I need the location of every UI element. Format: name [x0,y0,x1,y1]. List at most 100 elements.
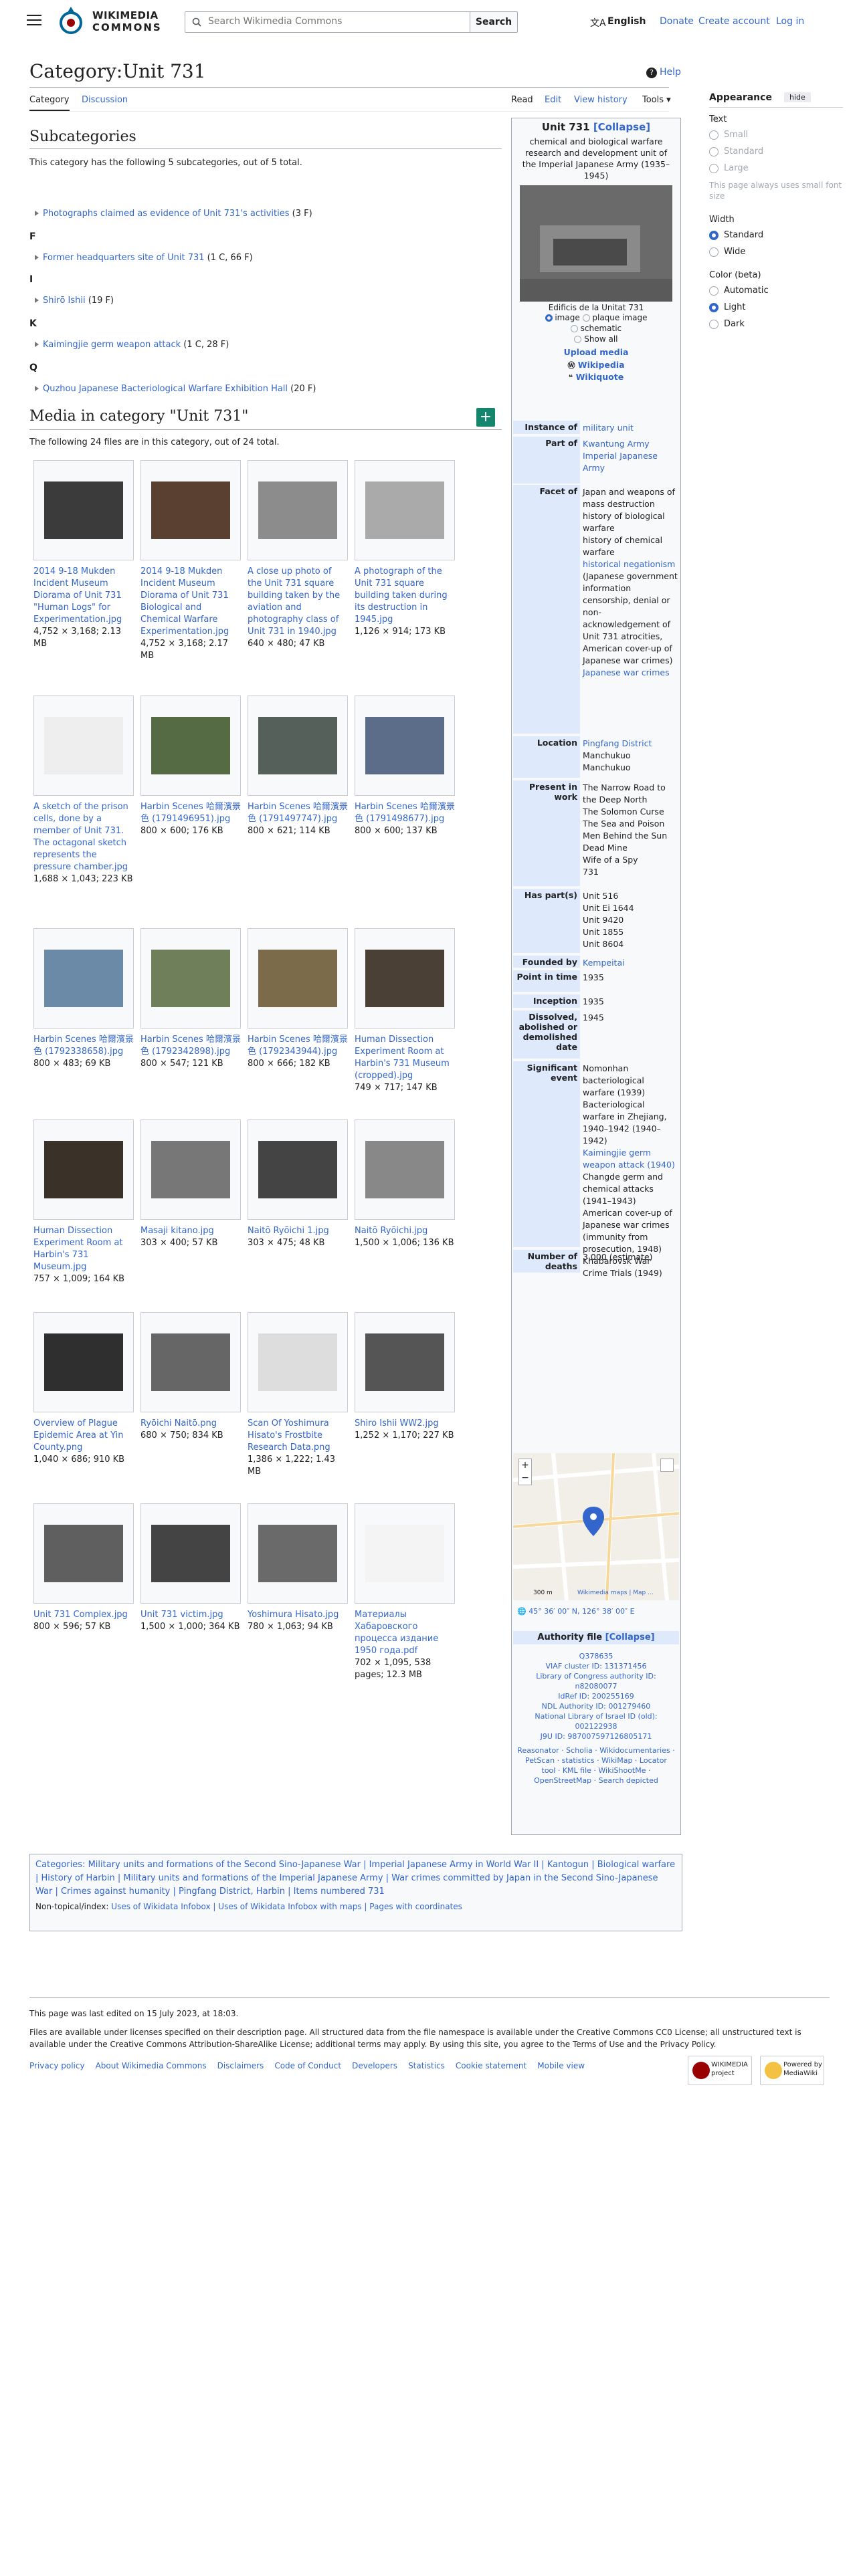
gallery-thumbnail[interactable] [248,1312,348,1412]
gallery-thumbnail[interactable] [140,1503,241,1604]
map-credit[interactable]: Wikimedia maps | Map ... [577,1590,654,1596]
gallery-item[interactable]: Harbin Scenes 哈爾濱景色 (1792338658).jpg 800 … [33,928,134,1070]
file-name-link[interactable]: Материалы Хабаровского процесса издание … [355,1609,455,1657]
gallery-item[interactable]: Unit 731 victim.jpg 1,500 × 1,000; 364 KB [140,1503,241,1633]
text-size-small[interactable]: Small [709,130,843,140]
file-name-link[interactable]: 2014 9-18 Mukden Incident Museum Diorama… [33,566,134,626]
gallery-item[interactable]: Harbin Scenes 哈爾濱景色 (1791498677).jpg 800 … [355,695,455,837]
text-size-standard[interactable]: Standard [709,146,843,156]
view-image-option[interactable]: image [545,313,580,322]
gallery-item[interactable]: Harbin Scenes 哈爾濱景色 (1791496951).jpg 800 … [140,695,241,837]
wikipedia-link[interactable]: Ⓦ Wikipedia [512,360,680,370]
tab-discussion[interactable]: Discussion [82,95,128,105]
infobox-value[interactable]: Imperial Japanese Army [583,450,678,474]
wikimedia-project-badge[interactable]: WIKIMEDIA project [688,2056,752,2085]
gallery-item[interactable]: Материалы Хабаровского процесса издание … [355,1503,455,1681]
wikiquote-link[interactable]: ❝ Wikiquote [512,372,680,382]
footer-link[interactable]: About Wikimedia Commons [96,2061,207,2070]
gallery-thumbnail[interactable] [33,1119,134,1220]
color-automatic[interactable]: Automatic [709,286,843,296]
gallery-item[interactable]: Shiro Ishii WW2.jpg 1,252 × 1,170; 227 KB [355,1312,455,1442]
file-name-link[interactable]: Naitō Ryōichi 1.jpg [248,1225,348,1237]
tab-edit[interactable]: Edit [545,95,561,105]
width-standard[interactable]: Standard [709,230,843,240]
authority-id[interactable]: NDL Authority ID: 001279460 [517,1701,675,1711]
subcategory-item[interactable]: Shirō Ishii (19 F) [35,296,114,306]
subcategory-item[interactable]: Quzhou Japanese Bacteriological Warfare … [35,384,316,394]
commons-logo-icon[interactable] [58,5,84,37]
gallery-item[interactable]: A photograph of the Unit 731 square buil… [355,460,455,638]
footer-link[interactable]: Developers [352,2061,397,2070]
file-name-link[interactable]: Human Dissection Experiment Room at Harb… [355,1034,455,1082]
file-name-link[interactable]: Scan Of Yoshimura Hisato's Frostbite Res… [248,1418,348,1454]
file-name-link[interactable]: Harbin Scenes 哈爾濱景色 (1792338658).jpg [33,1034,134,1058]
footer-link[interactable]: Mobile view [537,2061,585,2070]
gallery-thumbnail[interactable] [248,460,348,560]
file-name-link[interactable]: Yoshimura Hisato.jpg [248,1609,348,1621]
gallery-thumbnail[interactable] [140,1312,241,1412]
gallery-item[interactable]: Scan Of Yoshimura Hisato's Frostbite Res… [248,1312,348,1478]
gallery-item[interactable]: Naitō Ryōichi 1.jpg 303 × 475; 48 KB [248,1119,348,1249]
appearance-hide-button[interactable]: hide [784,92,811,102]
file-name-link[interactable]: Unit 731 victim.jpg [140,1609,241,1621]
footer-link[interactable]: Disclaimers [217,2061,264,2070]
login-link[interactable]: Log in [776,16,804,27]
width-wide[interactable]: Wide [709,247,843,257]
search-button[interactable]: Search [470,11,518,33]
view-showall-option[interactable]: Show all [574,334,618,344]
infobox-value[interactable]: military unit [583,422,678,434]
gallery-thumbnail[interactable] [355,1312,455,1412]
view-plaque-option[interactable]: plaque image [582,313,647,322]
gallery-item[interactable]: Masaji kitano.jpg 303 × 400; 57 KB [140,1119,241,1249]
file-name-link[interactable]: Human Dissection Experiment Room at Harb… [33,1225,134,1273]
language-selector[interactable]: English [607,16,646,27]
infobox-value[interactable]: Japanese war crimes [583,667,678,679]
tab-category[interactable]: Category [29,95,69,105]
gallery-thumbnail[interactable] [140,460,241,560]
gallery-thumbnail[interactable] [248,1119,348,1220]
gallery-thumbnail[interactable] [248,1503,348,1604]
file-name-link[interactable]: A sketch of the prison cells, done by a … [33,801,134,873]
infobox-value[interactable]: Pingfang District [583,738,678,750]
subcategory-item[interactable]: Former headquarters site of Unit 731 (1 … [35,253,253,263]
main-menu-icon[interactable] [27,15,41,25]
file-name-link[interactable]: Ryōichi Naitō.png [140,1418,241,1430]
infobox-photo[interactable] [520,185,672,302]
footer-link[interactable]: Privacy policy [29,2061,85,2070]
donate-link[interactable]: Donate [660,16,694,27]
view-schematic-option[interactable]: schematic [570,324,622,333]
infobox-collapse-link[interactable]: [Collapse] [593,121,650,133]
translate-icon[interactable]: 文A [590,16,606,29]
gallery-item[interactable]: 2014 9-18 Mukden Incident Museum Diorama… [140,460,241,662]
gallery-item[interactable]: Naitō Ryōichi.jpg 1,500 × 1,006; 136 KB [355,1119,455,1249]
authority-id[interactable]: Library of Congress authority ID: n82080… [517,1671,675,1691]
gallery-item[interactable]: A close up photo of the Unit 731 square … [248,460,348,650]
file-name-link[interactable]: Overview of Plague Epidemic Area at Yin … [33,1418,134,1454]
authority-collapse-link[interactable]: [Collapse] [605,1632,655,1642]
infobox-value[interactable]: Kwantung Army [583,438,678,450]
gallery-thumbnail[interactable] [355,928,455,1029]
help-link[interactable]: ? Help [646,67,681,78]
infobox-value[interactable]: Kaimingjie germ weapon attack (1940) [583,1147,678,1171]
gallery-thumbnail[interactable] [355,1503,455,1604]
authority-id[interactable]: Q378635 [517,1651,675,1661]
gallery-item[interactable]: Yoshimura Hisato.jpg 780 × 1,063; 94 KB [248,1503,348,1633]
powered-by-mediawiki-badge[interactable]: Powered by MediaWiki [760,2056,824,2085]
gallery-thumbnail[interactable] [248,695,348,796]
add-media-button[interactable]: + [476,408,495,427]
file-name-link[interactable]: 2014 9-18 Mukden Incident Museum Diorama… [140,566,241,638]
file-name-link[interactable]: Shiro Ishii WW2.jpg [355,1418,455,1430]
gallery-thumbnail[interactable] [248,928,348,1029]
tab-read[interactable]: Read [511,95,533,105]
upload-media-link[interactable]: Upload media [512,347,680,357]
gallery-item[interactable]: 2014 9-18 Mukden Incident Museum Diorama… [33,460,134,650]
gallery-thumbnail[interactable] [33,928,134,1029]
gallery-thumbnail[interactable] [33,460,134,560]
tools-menu[interactable]: Tools ▾ [642,95,671,105]
gallery-thumbnail[interactable] [33,1503,134,1604]
gallery-item[interactable]: Harbin Scenes 哈爾濱景色 (1792343944).jpg 800 … [248,928,348,1070]
color-light[interactable]: Light [709,302,843,312]
authority-id[interactable]: IdRef ID: 200255169 [517,1691,675,1701]
tab-view-history[interactable]: View history [574,95,628,105]
file-name-link[interactable]: Harbin Scenes 哈爾濱景色 (1791496951).jpg [140,801,241,825]
